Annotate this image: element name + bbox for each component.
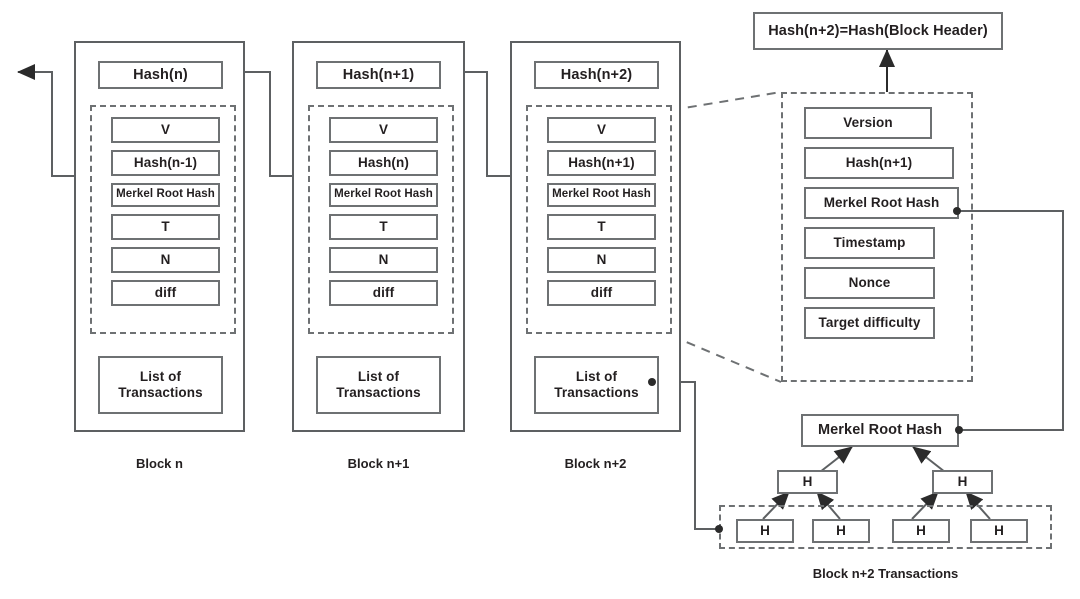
block-transactions-box-n: List of Transactions [98,356,223,414]
header-field-difficulty-n1: diff [329,280,438,306]
merkle-leaf-1: H [736,519,794,543]
header-field-merkleroot-n1: Merkel Root Hash [329,183,438,207]
merkle-leaf-4: H [970,519,1028,543]
block-hash-box-n2: Hash(n+2) [534,61,659,89]
header-field-timestamp-n2: T [547,214,656,240]
block-caption-n2: Block n+2 [564,456,627,471]
transactions-label-line1: List of [575,369,618,385]
junction-dot-merkle-root-header [953,207,961,215]
transactions-label-line1: List of [139,369,182,385]
header-field-nonce-n1: N [329,247,438,273]
expanded-field-nonce: Nonce [804,267,935,299]
expanded-field-target-difficulty: Target difficulty [804,307,935,339]
block-container-n2: Hash(n+2) V Hash(n+1) Merkel Root Hash T… [510,41,681,432]
header-field-version-n1: V [329,117,438,143]
expanded-field-prevhash: Hash(n+1) [804,147,954,179]
header-field-prevhash-n1: Hash(n) [329,150,438,176]
header-field-merkleroot-n2: Merkel Root Hash [547,183,656,207]
transactions-label-line1: List of [357,369,400,385]
header-field-timestamp-n1: T [329,214,438,240]
block-container-n: Hash(n) V Hash(n-1) Merkel Root Hash T N… [74,41,245,432]
header-field-nonce-n2: N [547,247,656,273]
header-field-version-n2: V [547,117,656,143]
header-field-prevhash-n2: Hash(n+1) [547,150,656,176]
block-header-group-n: V Hash(n-1) Merkel Root Hash T N diff [90,105,236,334]
block-caption-n: Block n [136,456,183,471]
header-field-difficulty-n2: diff [547,280,656,306]
junction-dot-transactions-box [715,525,723,533]
junction-dot-transactions [648,378,656,386]
junction-dot-merkle-root-tree [955,426,963,434]
header-field-difficulty-n: diff [111,280,220,306]
transactions-group-box: H H H H [719,505,1052,549]
header-field-merkleroot-n: Merkel Root Hash [111,183,220,207]
header-field-version-n: V [111,117,220,143]
expanded-field-version: Version [804,107,932,139]
block-caption-n1: Block n+1 [347,456,410,471]
expanded-field-timestamp: Timestamp [804,227,935,259]
transactions-label-line2: Transactions [336,385,421,400]
header-field-timestamp-n: T [111,214,220,240]
merkle-node-mid-right: H [932,470,993,494]
merkle-root-hash-box: Merkel Root Hash [801,414,959,447]
block-hash-box-n: Hash(n) [98,61,223,89]
block-header-hash-title-box: Hash(n+2)=Hash(Block Header) [753,12,1003,50]
block-header-group-n2: V Hash(n+1) Merkel Root Hash T N diff [526,105,672,334]
block-hash-box-n1: Hash(n+1) [316,61,441,89]
transactions-label-line2: Transactions [554,385,639,400]
merkle-node-mid-left: H [777,470,838,494]
block-transactions-box-n2: List of Transactions [534,356,659,414]
merkle-tree-caption: Block n+2 Transactions [812,566,959,581]
merkle-leaf-3: H [892,519,950,543]
block-container-n1: Hash(n+1) V Hash(n) Merkel Root Hash T N… [292,41,465,432]
header-field-prevhash-n: Hash(n-1) [111,150,220,176]
transactions-label-line2: Transactions [118,385,203,400]
expanded-block-header-panel: Version Hash(n+1) Merkel Root Hash Times… [781,92,973,382]
callout-header-expansion [671,91,782,383]
blockchain-structure-diagram: Hash(n) V Hash(n-1) Merkel Root Hash T N… [0,0,1080,599]
expanded-field-merkleroot: Merkel Root Hash [804,187,959,219]
header-field-nonce-n: N [111,247,220,273]
merkle-leaf-2: H [812,519,870,543]
block-header-group-n1: V Hash(n) Merkel Root Hash T N diff [308,105,454,334]
block-transactions-box-n1: List of Transactions [316,356,441,414]
